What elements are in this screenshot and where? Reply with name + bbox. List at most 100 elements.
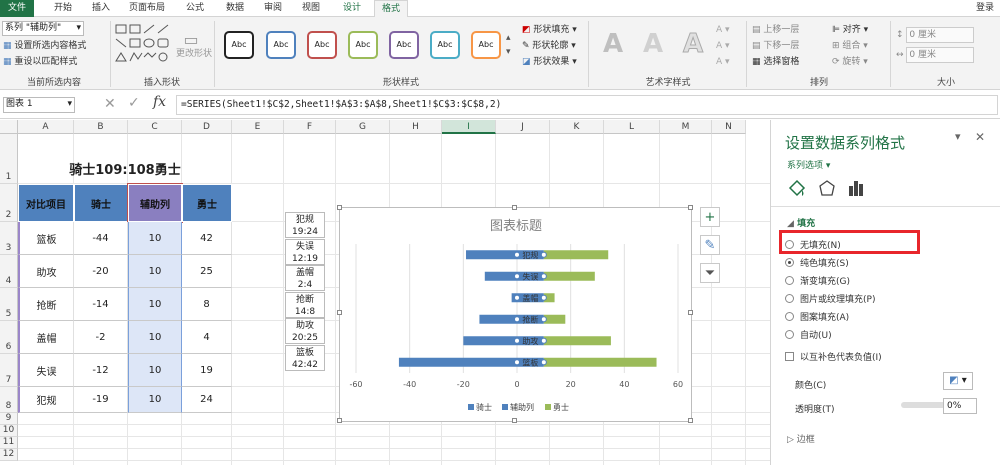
transparency-input[interactable]: 0% [943,398,977,414]
send-backward-button[interactable]: ▤ 下移一层 [752,39,799,53]
bar-knights[interactable] [466,250,517,260]
bar-chart[interactable]: 图表标题 -60 -40 -20 0 20 40 60 篮板 助攻 抢断 盖帽 失误 犯规骑士 辅助列 勇士 [340,208,693,423]
row-header[interactable]: 3 [0,222,18,255]
shape-outline-button[interactable]: ✎ 形状轮廓 ▾ [522,39,576,53]
chart-label-cell[interactable]: 抢断 14:8 [285,291,325,318]
table-cell[interactable]: 失误 [18,354,74,387]
chart-resize-handle[interactable] [688,205,693,210]
column-header[interactable]: F [284,120,336,134]
table-header-cell[interactable]: 勇士 [182,184,232,222]
pane-options-icon[interactable]: ▾ [955,130,961,143]
shape-style-purple[interactable]: Abc [389,31,419,59]
wordart-style-2[interactable]: A [638,27,668,61]
fill-option-radio[interactable]: 渐变填充(G) [785,274,850,287]
shape-effects-button[interactable]: ◪ 形状效果 ▾ [522,55,577,69]
chart-label-cell[interactable]: 盖帽 2:4 [285,265,325,291]
shape-fill-button[interactable]: ◩ 形状填充 ▾ [522,23,577,37]
column-header[interactable]: B [74,120,128,134]
shape-style-aqua[interactable]: Abc [430,31,460,59]
tab-review[interactable]: 审阅 [258,0,288,17]
color-picker-button[interactable]: ◩ ▾ [943,372,973,390]
chart-label-cell[interactable]: 失误 12:19 [285,238,325,265]
table-cell[interactable]: -12 [74,354,128,387]
chart-element-select[interactable]: 系列 "辅助列" ▾ [2,21,84,36]
table-cell[interactable]: -44 [74,222,128,255]
series-options-dropdown[interactable]: 系列选项 ▾ [787,158,830,171]
invert-negative-checkbox[interactable]: 以互补色代表负值(I) [785,350,882,363]
column-header[interactable]: L [604,120,660,134]
effects-pentagon-icon[interactable] [819,180,835,196]
tab-formulas[interactable]: 公式 [180,0,210,17]
width-field[interactable]: ↔ 0 厘米 [896,47,975,63]
series-selection-handle[interactable] [540,316,547,323]
chart-resize-handle[interactable] [512,418,517,423]
table-cell[interactable]: 4 [182,321,232,354]
legend-label[interactable]: 勇士 [553,402,569,412]
shape-style-blue[interactable]: Abc [266,31,296,59]
row-header[interactable]: 5 [0,288,18,321]
column-header[interactable]: A [18,120,74,134]
table-cell[interactable]: 19 [182,354,232,387]
tab-page-layout[interactable]: 页面布局 [122,0,172,17]
column-header[interactable]: H [390,120,442,134]
bar-warriors[interactable] [543,357,657,367]
login-link[interactable]: 登录 [970,0,1000,17]
table-cell[interactable]: -20 [74,255,128,288]
shape-style-red[interactable]: Abc [307,31,337,59]
select-all-corner[interactable] [0,120,18,134]
row-header[interactable]: 4 [0,255,18,288]
row-header[interactable]: 9 [0,413,18,425]
column-header[interactable]: G [336,120,390,134]
legend-label[interactable]: 辅助列 [510,402,534,412]
tab-view[interactable]: 视图 [296,0,326,17]
wordart-style-3[interactable]: A [678,27,708,61]
row-header[interactable]: 6 [0,321,18,354]
tab-format[interactable]: 格式 [374,0,408,17]
table-cell[interactable]: 42 [182,222,232,255]
series-selection-handle[interactable] [540,359,547,366]
shape-style-black[interactable]: Abc [224,31,254,59]
worksheet-grid[interactable]: A B C D E F G H I J K L M N 1 2 3 4 5 6 7 8 9 10 11 12 骑士109:108勇士… [0,120,770,465]
table-cell[interactable]: 助攻 [18,255,74,288]
bar-knights[interactable] [479,314,517,324]
fill-option-radio[interactable]: 自动(U) [785,328,832,341]
table-cell[interactable]: 24 [182,387,232,413]
table-cell[interactable]: 10 [128,387,182,413]
series-selection-handle[interactable] [514,316,520,323]
table-cell[interactable]: 盖帽 [18,321,74,354]
bar-warriors[interactable] [543,271,595,281]
insert-function-icon[interactable]: fx [153,94,166,110]
table-cell[interactable]: 10 [128,222,182,255]
column-header[interactable]: M [660,120,712,134]
legend-label[interactable]: 骑士 [476,402,492,412]
series-selection-handle[interactable] [514,359,520,366]
row-header[interactable]: 1 [0,134,18,184]
chart-area[interactable]: 图表标题 -60 -40 -20 0 20 40 60 篮板 助攻 抢断 盖帽 失误 犯规 骑士 辅助列 勇士 [339,207,692,422]
chart-label-cell[interactable]: 犯规 19:24 [285,212,325,238]
text-effects-button[interactable]: A ▾ [716,55,730,69]
enter-icon[interactable]: ✓ [128,95,140,111]
border-section-header[interactable]: ▷ 边框 [787,432,815,445]
column-header[interactable]: N [712,120,746,134]
chart-resize-handle[interactable] [337,310,342,315]
table-cell[interactable]: 25 [182,255,232,288]
table-cell[interactable]: -2 [74,321,128,354]
close-icon[interactable]: ✕ [975,130,985,144]
formula-input[interactable]: =SERIES(Sheet1!$C$2,Sheet1!$A$3:$A$8,She… [176,95,998,115]
chart-title[interactable]: 图表标题 [490,219,542,234]
fill-section-header[interactable]: ◢ 填充 [787,216,815,229]
table-cell[interactable]: 8 [182,288,232,321]
column-header[interactable]: I [442,120,496,134]
wordart-style-1[interactable]: A [598,27,628,61]
selection-pane-button[interactable]: ▦ 选择窗格 [752,55,799,69]
series-selection-handle[interactable] [514,337,520,344]
rotate-button[interactable]: ⟳ 旋转 ▾ [832,55,868,69]
tab-home[interactable]: 开始 [48,0,78,17]
chart-resize-handle[interactable] [512,205,517,210]
fill-option-radio[interactable]: 图案填充(A) [785,310,849,323]
chart-label-cell[interactable]: 篮板 42:42 [285,344,325,371]
name-box[interactable]: 图表 1 ▾ [3,97,75,113]
series-selection-handle[interactable] [540,251,547,258]
row-header[interactable]: 8 [0,387,18,413]
series-options-bars-icon[interactable] [849,181,863,196]
